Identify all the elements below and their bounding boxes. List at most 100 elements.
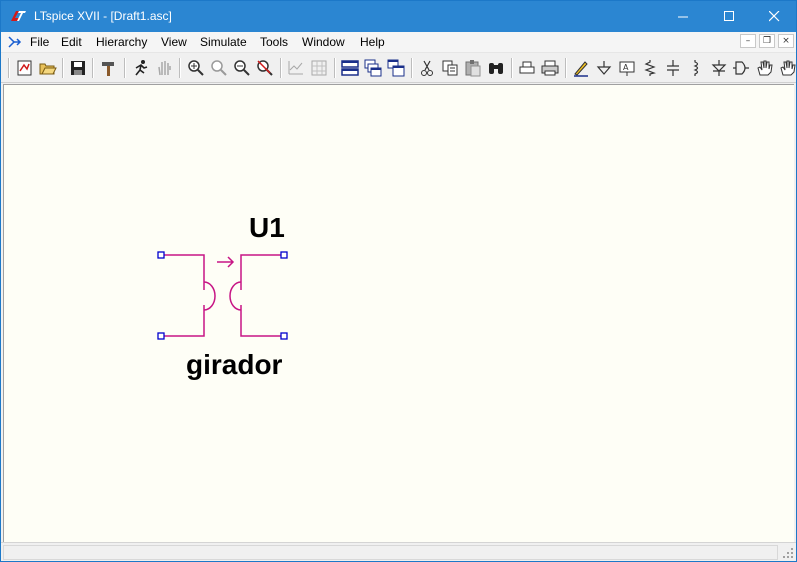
close-icon: [768, 11, 779, 22]
mdi-minimize-button[interactable]: –: [740, 34, 756, 48]
component-button[interactable]: [732, 59, 750, 77]
gyrator-symbol[interactable]: [161, 254, 284, 337]
draw-wire-button[interactable]: [572, 59, 590, 77]
paste-button[interactable]: [464, 59, 482, 77]
title-bar[interactable]: LTspice XVII - [Draft1.asc]: [1, 1, 796, 32]
menu-edit[interactable]: Edit: [61, 34, 82, 50]
inductor-button[interactable]: [687, 59, 705, 77]
halt-button[interactable]: [155, 59, 173, 77]
find-icon: [489, 63, 503, 74]
ground-icon: [596, 61, 612, 75]
ltspice-logo-icon: [11, 11, 26, 21]
zoom-in-icon: [188, 60, 204, 76]
cut-button[interactable]: [418, 59, 436, 77]
open-button[interactable]: [39, 59, 57, 77]
app-window: LTspice XVII - [Draft1.asc] File Edit Hi…: [0, 0, 797, 562]
resistor-button[interactable]: [641, 59, 659, 77]
instance-name[interactable]: U1: [249, 212, 285, 243]
resize-grip-icon[interactable]: [782, 547, 794, 559]
zoom-pan-button[interactable]: [210, 59, 228, 77]
save-icon: [71, 61, 85, 75]
run-button[interactable]: [132, 59, 150, 77]
move-button[interactable]: [755, 59, 773, 77]
close-button[interactable]: [751, 1, 797, 32]
tile-vertical-button[interactable]: [387, 59, 405, 77]
svg-text:A: A: [623, 63, 629, 72]
capacitor-icon: [667, 60, 679, 76]
schematic-doc-icon[interactable]: [6, 34, 22, 50]
minimize-icon: [677, 16, 688, 18]
control-panel-button[interactable]: [100, 59, 118, 77]
drag-button[interactable]: [778, 59, 796, 77]
toolbar: A: [1, 52, 796, 83]
window-title: LTspice XVII - [Draft1.asc]: [34, 9, 172, 23]
find-button[interactable]: [487, 59, 505, 77]
direction-arrow: [217, 256, 235, 268]
menu-window[interactable]: Window: [302, 34, 345, 50]
zoom-out-icon: [234, 60, 250, 76]
menu-file[interactable]: File: [30, 34, 49, 50]
schematic-drawing[interactable]: U1 girador: [4, 85, 795, 543]
zoom-fit-icon: [257, 60, 273, 76]
tile-horizontal-icon: [341, 60, 359, 76]
halt-hand-icon: [158, 61, 171, 76]
pin-right-bottom[interactable]: [280, 332, 288, 340]
menu-view[interactable]: View: [161, 34, 187, 50]
pin-left-top[interactable]: [157, 251, 165, 259]
tile-vertical-icon: [387, 59, 405, 77]
drag-hand-icon: [780, 60, 796, 76]
autorange-button[interactable]: [287, 59, 305, 77]
capacitor-button[interactable]: [664, 59, 682, 77]
paste-icon: [465, 60, 481, 77]
grid-button[interactable]: [310, 59, 328, 77]
label-net-button[interactable]: A: [618, 59, 636, 77]
cut-icon: [421, 60, 433, 76]
new-schematic-icon: [17, 60, 32, 76]
tile-horizontal-button[interactable]: [341, 59, 359, 77]
print-button[interactable]: [541, 59, 559, 77]
label-net-icon: A: [619, 61, 635, 76]
component-icon: [733, 61, 749, 75]
menu-hierarchy[interactable]: Hierarchy: [96, 34, 147, 50]
mdi-close-button[interactable]: ×: [778, 34, 794, 48]
copy-button[interactable]: [441, 59, 459, 77]
value-name[interactable]: girador: [186, 349, 283, 380]
left-port-wire: [161, 254, 205, 337]
mdi-restore-button[interactable]: ❐: [759, 34, 775, 48]
status-pane: [3, 545, 778, 560]
print-icon: [541, 60, 559, 76]
right-port-arc: [229, 281, 242, 311]
zoom-fit-button[interactable]: [256, 59, 274, 77]
menu-bar: File Edit Hierarchy View Simulate Tools …: [1, 32, 796, 52]
menu-help[interactable]: Help: [360, 34, 385, 50]
status-bar: [1, 542, 796, 561]
pin-left-bottom[interactable]: [157, 332, 165, 340]
pin-right-top[interactable]: [280, 251, 288, 259]
control-panel-hammer-icon: [102, 62, 114, 76]
zoom-pan-icon: [211, 60, 227, 76]
open-icon: [39, 63, 57, 75]
print-setup-icon: [519, 61, 535, 74]
copy-icon: [442, 60, 458, 76]
move-hand-icon: [757, 60, 773, 76]
cascade-icon: [364, 59, 382, 77]
minimize-button[interactable]: [660, 1, 706, 32]
print-setup-button[interactable]: [518, 59, 536, 77]
inductor-icon: [693, 60, 699, 76]
left-port-arc: [203, 281, 216, 311]
right-port-wire: [240, 254, 284, 337]
zoom-in-button[interactable]: [187, 59, 205, 77]
grid-icon: [311, 60, 327, 76]
menu-simulate[interactable]: Simulate: [200, 34, 247, 50]
ground-button[interactable]: [595, 59, 613, 77]
save-button[interactable]: [69, 59, 87, 77]
toolbar-grip: [8, 58, 10, 78]
new-schematic-button[interactable]: [16, 59, 34, 77]
schematic-canvas[interactable]: U1 girador: [3, 84, 794, 542]
menu-tools[interactable]: Tools: [260, 34, 288, 50]
maximize-button[interactable]: [706, 1, 752, 32]
cascade-button[interactable]: [364, 59, 382, 77]
autorange-icon: [288, 61, 303, 75]
zoom-out-button[interactable]: [233, 59, 251, 77]
diode-button[interactable]: [710, 59, 728, 77]
